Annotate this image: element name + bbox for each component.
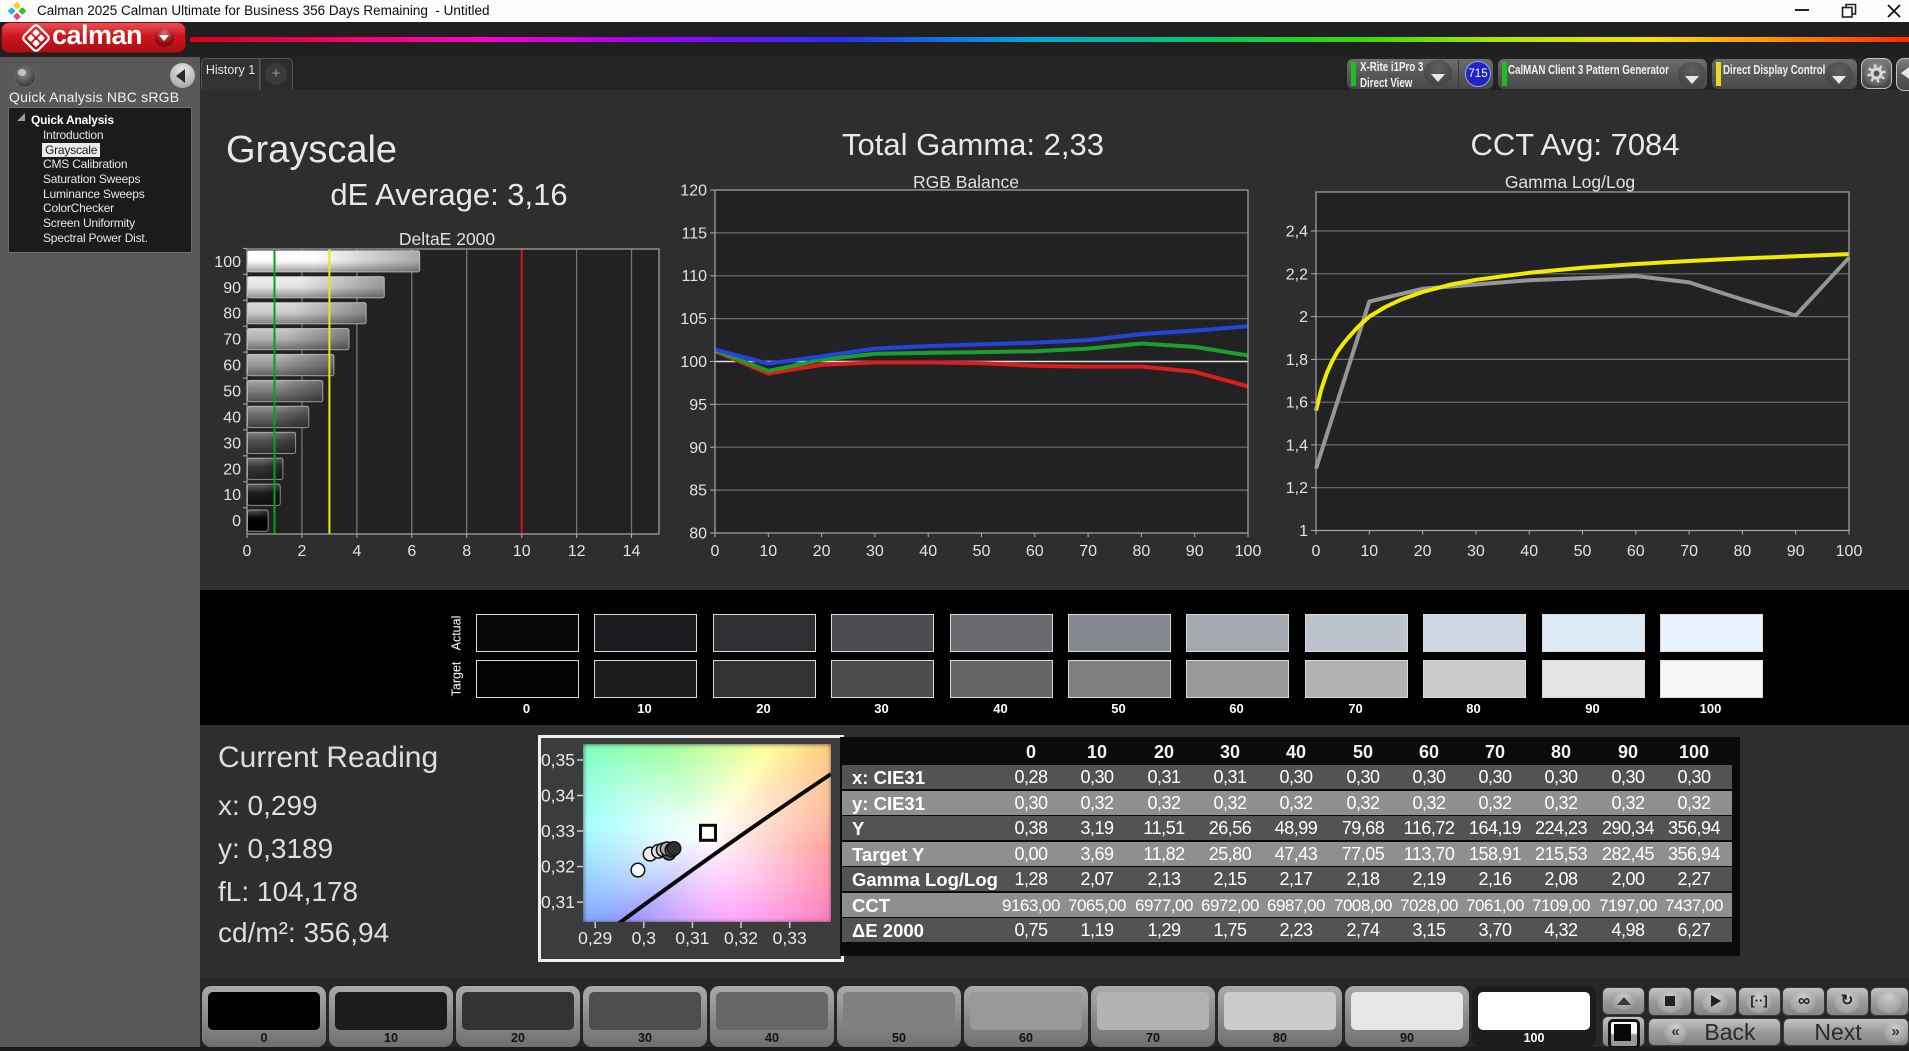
- svg-text:0: 0: [1312, 543, 1321, 560]
- svg-text:10: 10: [513, 543, 531, 560]
- svg-text:14: 14: [623, 543, 641, 560]
- svg-text:70: 70: [223, 332, 241, 349]
- svg-text:2,2: 2,2: [1286, 266, 1308, 283]
- svg-text:2: 2: [1299, 309, 1308, 326]
- svg-text:0,34: 0,34: [541, 786, 575, 806]
- svg-text:Grayscale: Grayscale: [226, 129, 397, 171]
- svg-text:30: 30: [866, 543, 884, 560]
- svg-text:0,33: 0,33: [773, 928, 807, 948]
- svg-text:90: 90: [223, 280, 241, 297]
- svg-text:120: 120: [680, 183, 707, 200]
- svg-text:Gamma Log/Log: Gamma Log/Log: [1505, 172, 1635, 192]
- svg-text:0,31: 0,31: [675, 928, 709, 948]
- svg-text:105: 105: [680, 311, 707, 328]
- svg-text:10: 10: [223, 487, 241, 504]
- svg-text:0,29: 0,29: [578, 928, 612, 948]
- svg-text:0: 0: [232, 513, 241, 530]
- svg-text:0,33: 0,33: [541, 821, 575, 841]
- svg-text:1,8: 1,8: [1286, 352, 1308, 369]
- svg-text:90: 90: [1787, 543, 1805, 560]
- svg-text:Total Gamma: 2,33: Total Gamma: 2,33: [842, 127, 1104, 162]
- svg-text:100: 100: [214, 254, 241, 271]
- svg-text:90: 90: [689, 440, 707, 457]
- svg-text:85: 85: [689, 483, 707, 500]
- svg-text:60: 60: [1627, 543, 1645, 560]
- svg-text:70: 70: [1079, 543, 1097, 560]
- svg-text:50: 50: [223, 384, 241, 401]
- svg-text:10: 10: [759, 543, 777, 560]
- svg-text:60: 60: [1026, 543, 1044, 560]
- svg-text:2: 2: [297, 543, 306, 560]
- svg-text:dE Average: 3,16: dE Average: 3,16: [330, 177, 567, 212]
- svg-text:0,32: 0,32: [724, 928, 758, 948]
- svg-text:0,35: 0,35: [541, 750, 575, 770]
- svg-text:100: 100: [1235, 543, 1262, 560]
- svg-text:1,2: 1,2: [1286, 480, 1308, 497]
- svg-text:110: 110: [681, 268, 707, 285]
- svg-text:20: 20: [1414, 543, 1432, 560]
- svg-text:0,32: 0,32: [541, 857, 575, 877]
- svg-text:8: 8: [462, 543, 471, 560]
- svg-text:40: 40: [223, 409, 241, 426]
- svg-text:70: 70: [1680, 543, 1698, 560]
- svg-text:100: 100: [1836, 543, 1863, 560]
- svg-text:CCT Avg: 7084: CCT Avg: 7084: [1470, 127, 1679, 162]
- svg-text:60: 60: [223, 358, 241, 375]
- svg-text:80: 80: [223, 306, 241, 323]
- svg-text:50: 50: [973, 543, 991, 560]
- svg-text:0,31: 0,31: [541, 892, 575, 912]
- svg-text:1: 1: [1299, 523, 1308, 540]
- svg-text:90: 90: [1186, 543, 1204, 560]
- svg-text:80: 80: [1734, 543, 1752, 560]
- svg-text:RGB Balance: RGB Balance: [913, 172, 1019, 192]
- svg-text:1,4: 1,4: [1286, 437, 1308, 454]
- svg-text:12: 12: [568, 543, 586, 560]
- svg-text:80: 80: [689, 526, 707, 543]
- svg-text:40: 40: [1520, 543, 1538, 560]
- svg-text:4: 4: [352, 543, 361, 560]
- svg-text:2,4: 2,4: [1286, 224, 1308, 241]
- svg-text:115: 115: [681, 225, 707, 242]
- svg-text:50: 50: [1574, 543, 1592, 560]
- svg-text:20: 20: [813, 543, 831, 560]
- svg-text:0,3: 0,3: [632, 928, 656, 948]
- svg-text:6: 6: [407, 543, 416, 560]
- svg-text:30: 30: [1467, 543, 1485, 560]
- svg-text:80: 80: [1133, 543, 1151, 560]
- svg-text:DeltaE 2000: DeltaE 2000: [399, 229, 496, 249]
- svg-text:100: 100: [680, 354, 707, 371]
- svg-text:10: 10: [1360, 543, 1378, 560]
- svg-text:1,6: 1,6: [1286, 395, 1308, 412]
- svg-text:0: 0: [711, 543, 720, 560]
- svg-text:40: 40: [919, 543, 937, 560]
- svg-text:95: 95: [689, 397, 707, 414]
- svg-text:20: 20: [223, 461, 241, 478]
- svg-text:0: 0: [243, 543, 252, 560]
- svg-text:30: 30: [223, 435, 241, 452]
